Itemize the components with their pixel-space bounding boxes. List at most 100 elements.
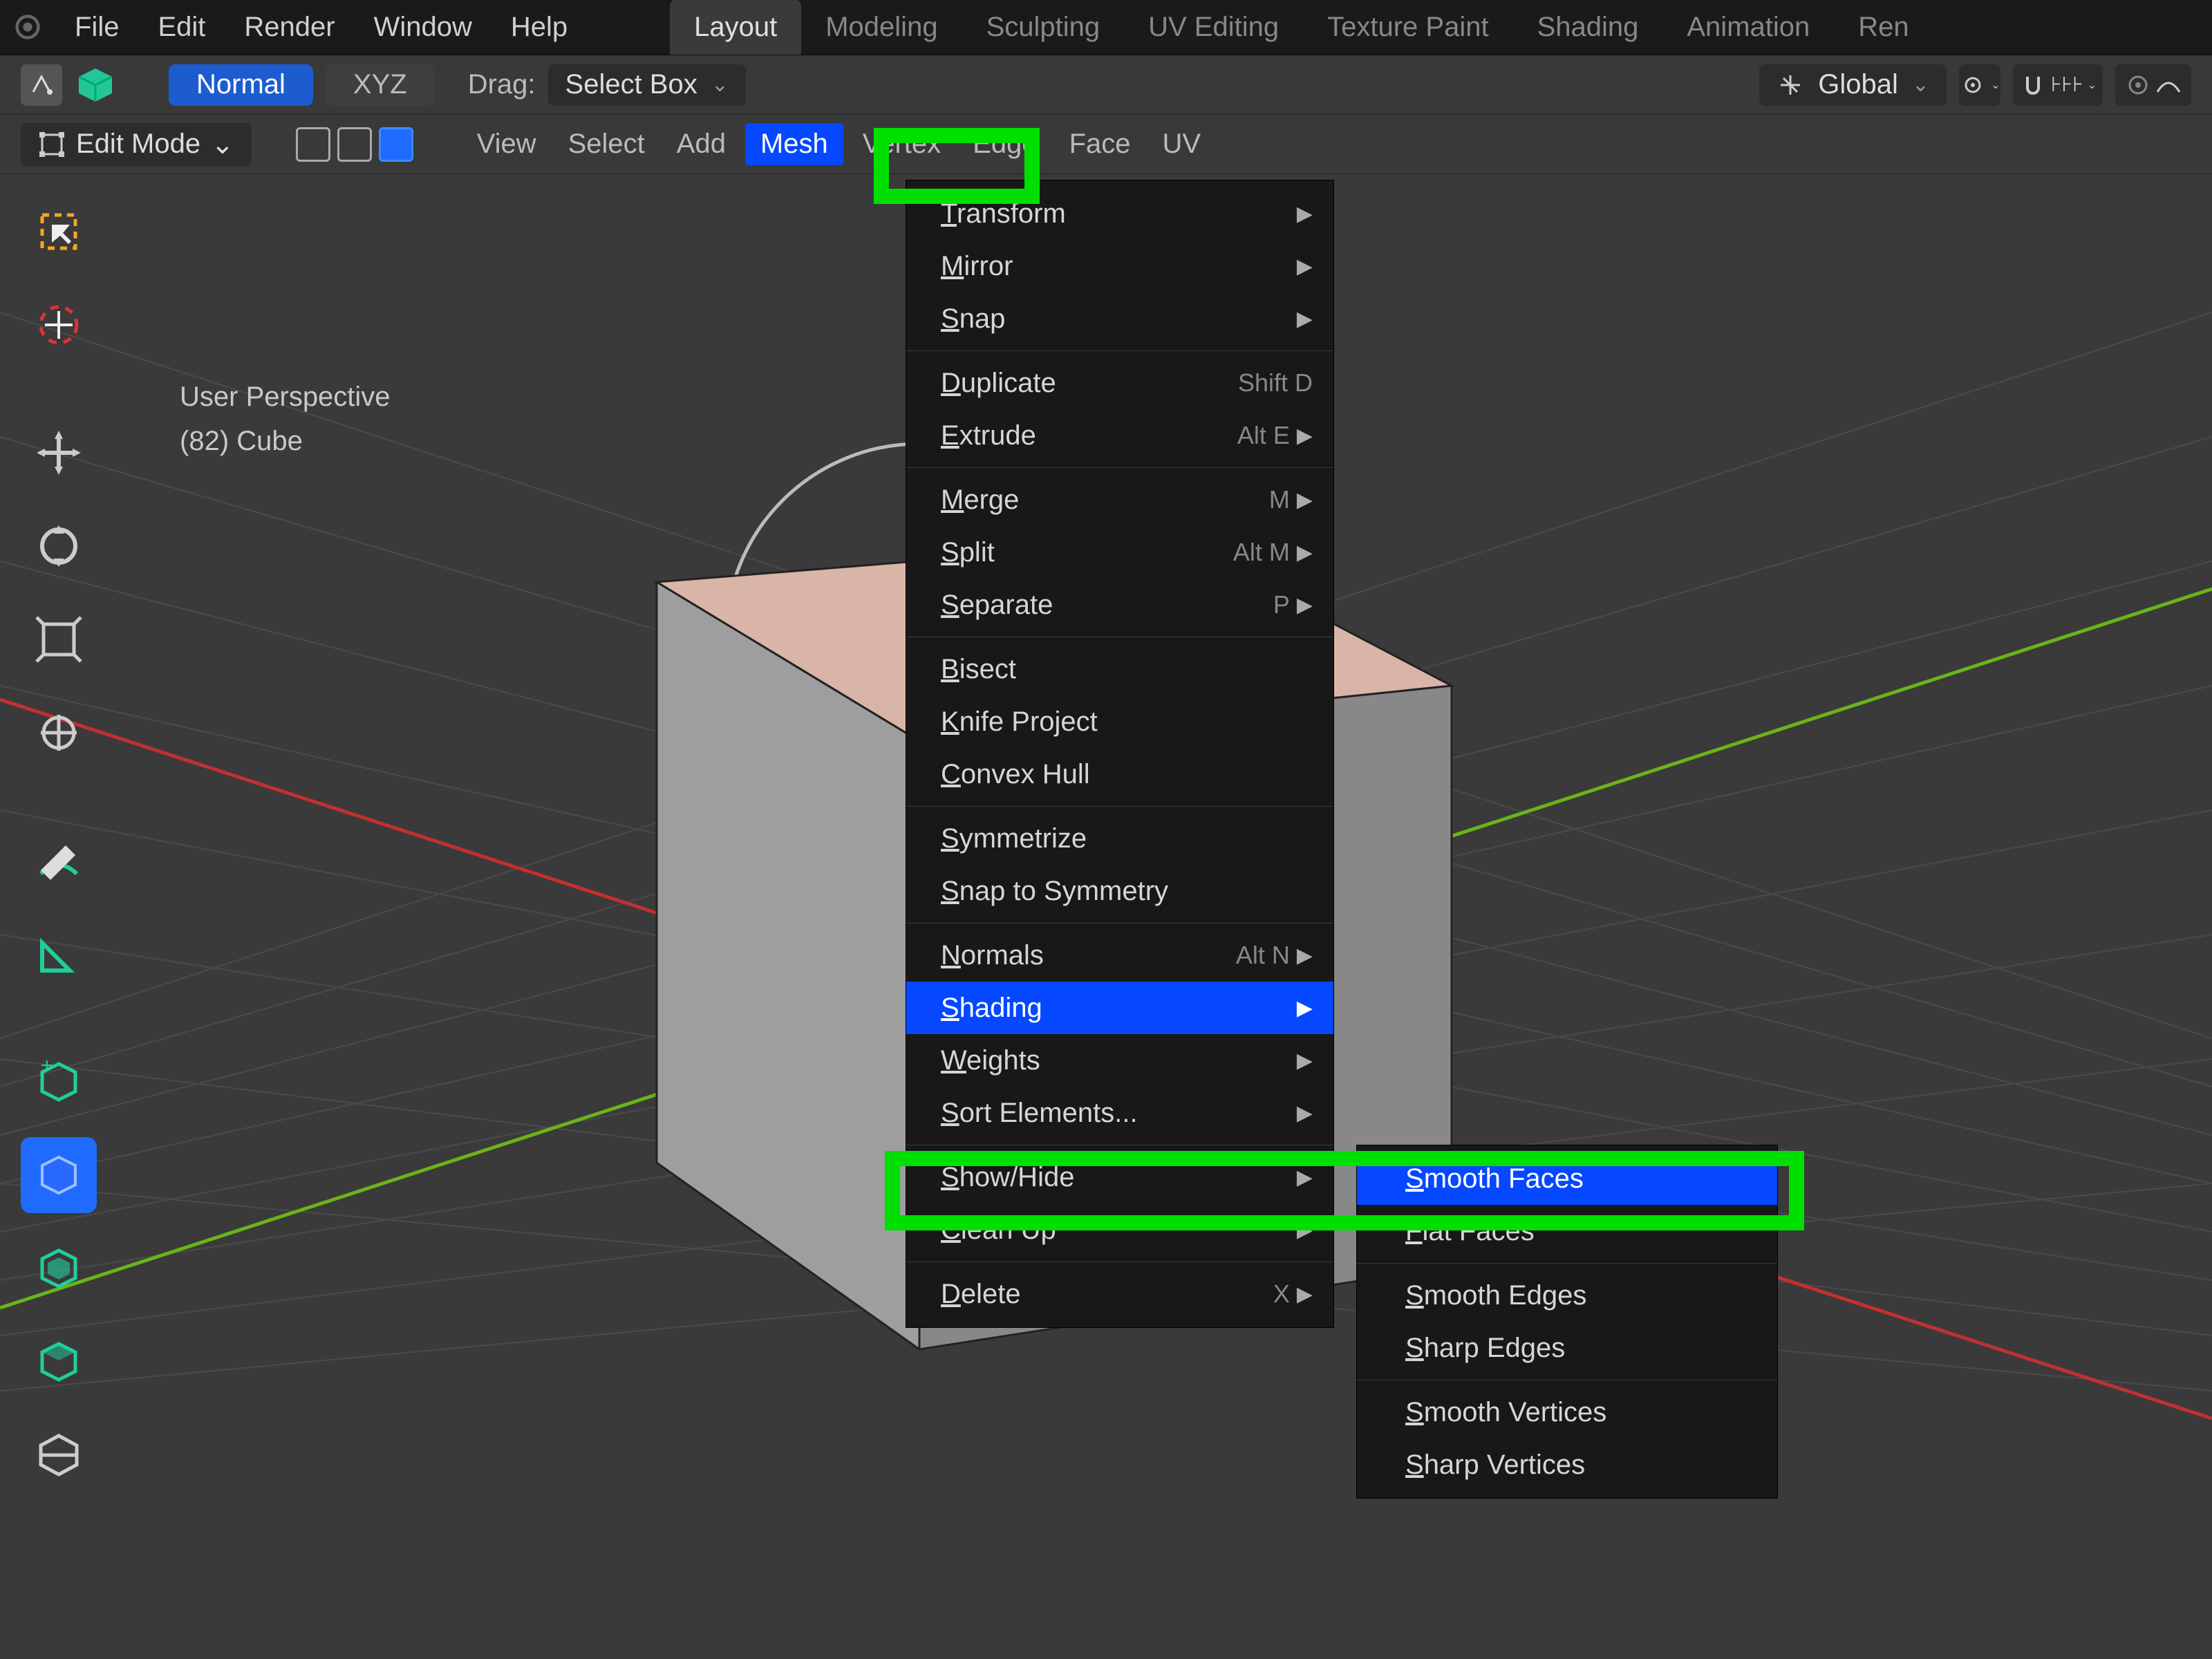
editor-menu-add[interactable]: Add bbox=[664, 129, 738, 160]
menu-item-split[interactable]: Split Alt M▶ bbox=[906, 526, 1333, 579]
menu-item-normals[interactable]: NormalsAlt N▶ bbox=[906, 929, 1333, 982]
menu-item-label: Show/Hide bbox=[941, 1162, 1074, 1193]
proportional-edit-dropdown[interactable] bbox=[2115, 64, 2191, 106]
menu-item-label: Sort Elements... bbox=[941, 1098, 1138, 1129]
menu-render[interactable]: Render bbox=[225, 0, 354, 55]
menu-item-snap[interactable]: Snap▶ bbox=[906, 292, 1333, 345]
menu-edit[interactable]: Edit bbox=[138, 0, 225, 55]
menu-item-bisect[interactable]: Bisect bbox=[906, 643, 1333, 695]
shading-normal-button[interactable]: Normal bbox=[169, 64, 313, 106]
tab-uv-editing[interactable]: UV Editing bbox=[1124, 0, 1303, 55]
vertex-select-toggle[interactable] bbox=[296, 127, 330, 162]
tab-sculpting[interactable]: Sculpting bbox=[962, 0, 1125, 55]
menu-item-sort-elements-[interactable]: Sort Elements...▶ bbox=[906, 1087, 1333, 1139]
tool-loop-cut[interactable] bbox=[21, 1417, 97, 1493]
tool-move[interactable] bbox=[21, 415, 97, 491]
face-select-toggle[interactable] bbox=[379, 127, 413, 162]
header-bar-2: Normal XYZ Drag: Select Box ⌄ Global ⌄ ⌄… bbox=[0, 55, 2212, 115]
active-object-label: (82) Cube bbox=[180, 419, 391, 463]
menu-item-label: Knife Project bbox=[941, 706, 1098, 738]
menu-item-weights[interactable]: Weights▶ bbox=[906, 1034, 1333, 1087]
menu-item-duplicate[interactable]: DuplicateShift D bbox=[906, 357, 1333, 409]
tab-layout[interactable]: Layout bbox=[670, 0, 801, 55]
tab-texture-paint[interactable]: Texture Paint bbox=[1303, 0, 1512, 55]
tool-select-box[interactable] bbox=[21, 194, 97, 270]
submenu-item-smooth-faces[interactable]: Smooth Faces bbox=[1357, 1152, 1777, 1205]
menu-item-clean-up[interactable]: Clean Up▶ bbox=[906, 1203, 1333, 1256]
menu-help[interactable]: Help bbox=[491, 0, 587, 55]
menu-item-shading[interactable]: Shading▶ bbox=[906, 982, 1333, 1034]
menu-item-mirror[interactable]: Mirror ▶ bbox=[906, 240, 1333, 292]
pivot-dropdown[interactable]: ⌄ bbox=[1959, 64, 2000, 106]
menu-item-label: Snap bbox=[941, 303, 1005, 335]
object-type-cube-icon[interactable] bbox=[75, 64, 116, 106]
edge-select-toggle[interactable] bbox=[337, 127, 372, 162]
tab-animation[interactable]: Animation bbox=[1662, 0, 1834, 55]
menu-window[interactable]: Window bbox=[355, 0, 491, 55]
tool-inset[interactable] bbox=[21, 1230, 97, 1306]
tool-add-cube[interactable]: + bbox=[21, 1044, 97, 1120]
tool-measure[interactable] bbox=[21, 916, 97, 992]
drag-mode-dropdown[interactable]: Select Box ⌄ bbox=[548, 64, 746, 106]
snap-dropdown[interactable]: ⊦⊦⊦ ⌄ bbox=[2013, 64, 2103, 106]
menu-item-shortcut: ▶ bbox=[1297, 254, 1313, 279]
chevron-down-icon: ⌄ bbox=[1912, 73, 1929, 97]
interaction-mode-icon[interactable] bbox=[21, 64, 62, 106]
menu-item-snap-to-symmetry[interactable]: Snap to Symmetry bbox=[906, 865, 1333, 917]
submenu-item-smooth-edges[interactable]: Smooth Edges bbox=[1357, 1269, 1777, 1322]
tool-scale[interactable] bbox=[21, 601, 97, 677]
tool-cursor[interactable] bbox=[21, 287, 97, 363]
menu-item-label: Convex Hull bbox=[941, 759, 1090, 790]
editor-menu-uv[interactable]: UV bbox=[1150, 129, 1214, 160]
tab-ren[interactable]: Ren bbox=[1834, 0, 1933, 55]
menu-item-shortcut: Alt M▶ bbox=[1233, 538, 1313, 567]
menu-item-shortcut: X▶ bbox=[1273, 1280, 1313, 1309]
chevron-down-icon: ⌄ bbox=[211, 129, 234, 160]
editor-menu-mesh[interactable]: Mesh bbox=[745, 123, 843, 165]
menu-item-show-hide[interactable]: Show/Hide ▶ bbox=[906, 1151, 1333, 1203]
editor-menu-select[interactable]: Select bbox=[556, 129, 657, 160]
editor-menu-edge[interactable]: Edge bbox=[960, 129, 1049, 160]
menu-file[interactable]: File bbox=[55, 0, 138, 55]
submenu-item-smooth-vertices[interactable]: Smooth Vertices bbox=[1357, 1386, 1777, 1438]
submenu-item-sharp-edges[interactable]: Sharp Edges bbox=[1357, 1322, 1777, 1374]
menu-item-knife-project[interactable]: Knife Project bbox=[906, 695, 1333, 748]
submenu-item-sharp-vertices[interactable]: Sharp Vertices bbox=[1357, 1438, 1777, 1491]
perspective-label: User Perspective bbox=[180, 375, 391, 419]
menu-item-shortcut: ▶ bbox=[1297, 1165, 1313, 1190]
shading-xyz-button[interactable]: XYZ bbox=[326, 64, 435, 106]
tool-annotate[interactable] bbox=[21, 823, 97, 899]
menu-item-merge[interactable]: MergeM▶ bbox=[906, 474, 1333, 526]
tab-shading[interactable]: Shading bbox=[1513, 0, 1663, 55]
editor-menu-vertex[interactable]: Vertex bbox=[850, 129, 953, 160]
menu-item-label: Transform bbox=[941, 198, 1066, 229]
menu-item-extrude[interactable]: ExtrudeAlt E▶ bbox=[906, 409, 1333, 462]
tool-rotate[interactable] bbox=[21, 508, 97, 584]
menu-item-shortcut: M▶ bbox=[1269, 485, 1313, 514]
editor-menu-face[interactable]: Face bbox=[1057, 129, 1143, 160]
orientation-dropdown[interactable]: Global ⌄ bbox=[1759, 64, 1947, 106]
tab-modeling[interactable]: Modeling bbox=[801, 0, 962, 55]
menu-item-symmetrize[interactable]: Symmetrize bbox=[906, 812, 1333, 865]
mode-dropdown[interactable]: Edit Mode ⌄ bbox=[21, 123, 252, 166]
header-bar-3: Edit Mode ⌄ ViewSelectAddMeshVertexEdge F… bbox=[0, 115, 2212, 174]
menu-item-convex-hull[interactable]: Convex Hull bbox=[906, 748, 1333, 800]
tool-extrude[interactable] bbox=[21, 1137, 97, 1213]
menu-item-shortcut: Alt E▶ bbox=[1237, 421, 1313, 450]
select-mode-group bbox=[296, 127, 413, 162]
menu-item-delete[interactable]: DeleteX▶ bbox=[906, 1268, 1333, 1320]
menu-item-label: Separate bbox=[941, 590, 1053, 621]
chevron-down-icon: ⌄ bbox=[2088, 78, 2097, 92]
left-toolbar: + bbox=[21, 194, 97, 1493]
submenu-item-flat-faces[interactable]: Flat Faces bbox=[1357, 1205, 1777, 1257]
menu-item-transform[interactable]: Transform ▶ bbox=[906, 187, 1333, 240]
menu-item-shortcut: ▶ bbox=[1297, 202, 1313, 226]
workspace-tabs: LayoutModelingSculptingUV EditingTexture… bbox=[670, 0, 1933, 55]
editor-menu-view[interactable]: View bbox=[465, 129, 549, 160]
editor-menus: ViewSelectAddMeshVertexEdge FaceUV bbox=[465, 123, 1213, 165]
menu-item-label: Mirror bbox=[941, 251, 1013, 282]
tool-bevel[interactable] bbox=[21, 1324, 97, 1400]
tool-transform[interactable] bbox=[21, 695, 97, 771]
menu-item-label: Split bbox=[941, 537, 995, 568]
menu-item-separate[interactable]: SeparateP▶ bbox=[906, 579, 1333, 631]
